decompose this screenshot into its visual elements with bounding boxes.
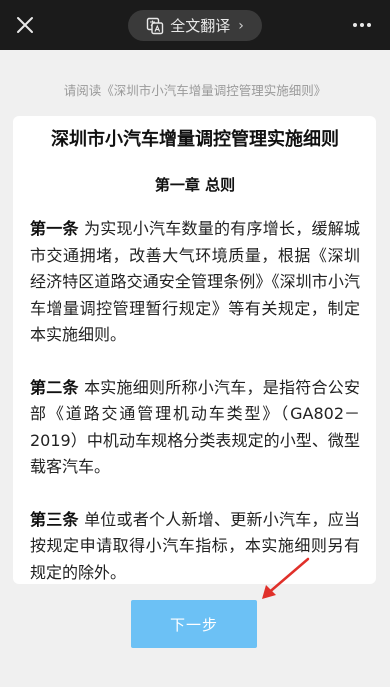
- close-button[interactable]: [10, 10, 40, 40]
- annotation-arrow-icon: [262, 557, 310, 599]
- translate-label: 全文翻译: [170, 17, 231, 35]
- page-content: 请阅读《深圳市小汽车增量调控管理实施细则》 深圳市小汽车增量调控管理实施细则 第…: [0, 50, 390, 687]
- more-dots-icon: [353, 23, 357, 27]
- article-label: 第一条: [30, 219, 79, 238]
- document-title: 深圳市小汽车增量调控管理实施细则: [51, 129, 339, 150]
- document-card[interactable]: 深圳市小汽车增量调控管理实施细则 第一章 总则 第一条 为实现小汽车数量的有序增…: [13, 116, 376, 584]
- close-icon: [17, 17, 33, 33]
- next-step-button[interactable]: 下一步: [131, 600, 257, 648]
- article-text: 为实现小汽车数量的有序增长，缓解城市交通拥堵，改善大气环境质量，根据《深圳经济特…: [30, 219, 360, 344]
- reading-hint: 请阅读《深圳市小汽车增量调控管理实施细则》: [63, 83, 327, 98]
- chapter-heading: 第一章 总则: [154, 176, 236, 194]
- translate-icon: [146, 17, 164, 34]
- top-bar: 全文翻译 ›: [0, 0, 390, 50]
- chevron-right-icon: ›: [238, 17, 244, 34]
- more-button[interactable]: [348, 12, 376, 38]
- article-1: 第一条 为实现小汽车数量的有序增长，缓解城市交通拥堵，改善大气环境质量，根据《深…: [30, 216, 360, 349]
- article-label: 第二条: [30, 377, 79, 397]
- article-label: 第三条: [30, 509, 79, 529]
- article-text: 本实施细则所称小汽车，是指符合公安部《道路交通管理机动车类型》（GA802－20…: [30, 377, 360, 477]
- translate-button[interactable]: 全文翻译 ›: [128, 10, 262, 41]
- article-2: 第二条 本实施细则所称小汽车，是指符合公安部《道路交通管理机动车类型》（GA80…: [30, 375, 360, 481]
